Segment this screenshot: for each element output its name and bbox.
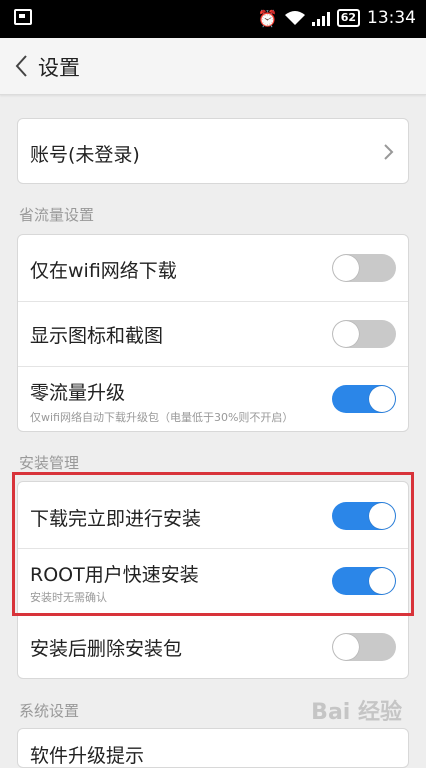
status-bar: ⏰ 62 13:34 <box>0 0 426 38</box>
section-header-system: 系统设置 <box>19 702 80 720</box>
screenshot-icon <box>14 9 32 25</box>
list-item[interactable]: 仅在wifi网络下载 <box>18 235 408 301</box>
status-time: 13:34 <box>367 8 416 28</box>
account-label: 账号(未登录) <box>30 144 140 166</box>
wifi-icon <box>284 11 305 25</box>
toggle-delete-package[interactable] <box>332 633 396 661</box>
page-title: 设置 <box>38 56 80 80</box>
battery-icon: 62 <box>336 9 360 27</box>
list-item[interactable]: 安装后删除安装包 <box>18 614 408 678</box>
list-item[interactable]: 显示图标和截图 <box>18 302 408 366</box>
chevron-right-icon <box>384 144 394 160</box>
row-label: 软件升级提示 <box>30 745 145 767</box>
highlight-box <box>12 472 414 616</box>
row-sublabel: 仅wifi网络自动下载升级包（电量低于30%则不开启） <box>30 411 294 424</box>
chevron-left-icon[interactable] <box>10 52 36 80</box>
toggle-show-icons[interactable] <box>332 320 396 348</box>
app-header: 设置 <box>0 38 426 95</box>
toggle-zero-data-upgrade[interactable] <box>332 385 396 413</box>
list-item[interactable]: 软件升级提示 <box>18 729 408 767</box>
list-item[interactable]: 零流量升级 仅wifi网络自动下载升级包（电量低于30%则不开启） <box>18 367 408 431</box>
account-card: 账号(未登录) <box>17 118 409 184</box>
row-label: 安装后删除安装包 <box>30 638 183 660</box>
section-header-install: 安装管理 <box>19 454 80 472</box>
row-label: 零流量升级 <box>30 382 126 404</box>
account-row[interactable]: 账号(未登录) <box>18 119 408 183</box>
system-card: 软件升级提示 <box>17 728 409 768</box>
data-saving-card: 仅在wifi网络下载 显示图标和截图 零流量升级 仅wifi网络自动下载升级包（… <box>17 234 409 432</box>
toggle-wifi-only[interactable] <box>332 254 396 282</box>
row-label: 仅在wifi网络下载 <box>30 260 177 282</box>
watermark: Bai 经验 <box>311 700 402 725</box>
alarm-icon: ⏰ <box>257 8 278 28</box>
row-label: 显示图标和截图 <box>30 325 164 347</box>
section-header-data-saving: 省流量设置 <box>19 206 95 224</box>
signal-icon <box>311 10 330 26</box>
